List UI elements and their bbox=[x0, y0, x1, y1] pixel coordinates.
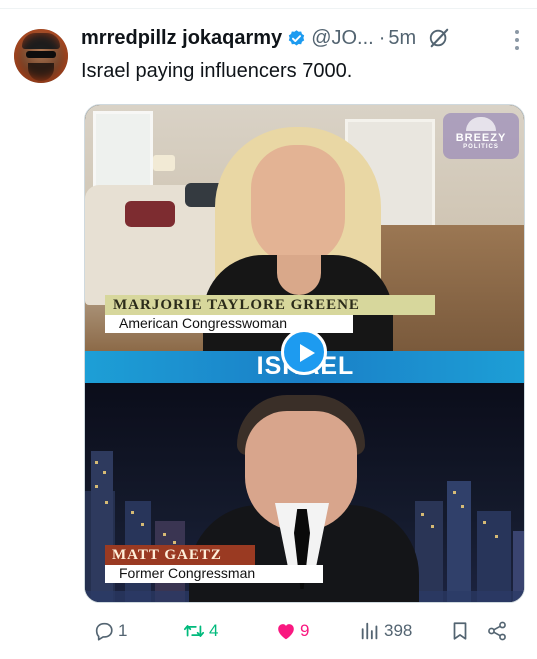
tweet-header: mrredpillz jokaqarmy @JO... · 5m bbox=[81, 25, 450, 51]
grok-icon[interactable] bbox=[428, 27, 450, 49]
view-count: 398 bbox=[384, 621, 413, 640]
divider bbox=[0, 8, 537, 9]
more-vertical-icon[interactable] bbox=[512, 28, 522, 52]
timestamp[interactable]: 5m bbox=[388, 27, 416, 50]
views-icon bbox=[361, 622, 378, 640]
watermark-logo: BREEZY POLITICS bbox=[443, 113, 519, 159]
repost-count: 4 bbox=[209, 621, 219, 640]
avatar-glow bbox=[14, 29, 68, 83]
tweet-text: Israel paying influencers 7000. bbox=[81, 60, 353, 82]
background-window bbox=[93, 111, 153, 191]
speaker-face bbox=[251, 145, 345, 265]
lower-third-name: MARJORIE TAYLORE GREENE bbox=[113, 297, 360, 313]
handle[interactable]: @JO... bbox=[311, 27, 374, 50]
action-bar: 1 4 9 398 bbox=[0, 616, 537, 646]
lower-third-name: MATT GAETZ bbox=[112, 547, 222, 563]
separator-dot: · bbox=[378, 26, 386, 49]
play-button[interactable] bbox=[281, 329, 327, 375]
background-lamp bbox=[153, 155, 175, 171]
views-button[interactable]: 398 bbox=[359, 616, 412, 646]
play-icon bbox=[300, 344, 315, 362]
share-button[interactable] bbox=[486, 616, 508, 646]
video-media[interactable]: BREEZY POLITICS MARJORIE TAYLORE GREENE … bbox=[84, 104, 525, 603]
retweet-icon bbox=[183, 625, 205, 637]
verified-badge-icon bbox=[289, 29, 305, 46]
watermark-line1: BREEZY bbox=[455, 132, 507, 144]
repost-button[interactable]: 4 bbox=[182, 616, 218, 646]
tweet[interactable]: mrredpillz jokaqarmy @JO... · 5m Israel … bbox=[0, 0, 537, 659]
like-button[interactable]: 9 bbox=[275, 616, 309, 646]
share-icon bbox=[488, 621, 506, 641]
bookmark-icon bbox=[453, 622, 467, 640]
lower-third-title: Former Congressman bbox=[119, 565, 256, 581]
capitol-dome-icon bbox=[466, 117, 496, 131]
lower-third-title: American Congresswoman bbox=[119, 315, 288, 331]
heart-icon bbox=[278, 624, 294, 640]
background-pillow bbox=[125, 201, 175, 227]
reply-count: 1 bbox=[118, 621, 128, 640]
avatar[interactable] bbox=[14, 29, 68, 83]
like-count: 9 bbox=[300, 621, 310, 640]
display-name[interactable]: mrredpillz jokaqarmy bbox=[81, 27, 282, 50]
reply-button[interactable]: 1 bbox=[93, 616, 127, 646]
reply-icon bbox=[95, 622, 113, 641]
bookmark-button[interactable] bbox=[449, 616, 471, 646]
video-top-panel: BREEZY POLITICS MARJORIE TAYLORE GREENE … bbox=[85, 105, 524, 355]
watermark-line2: POLITICS bbox=[463, 144, 499, 150]
